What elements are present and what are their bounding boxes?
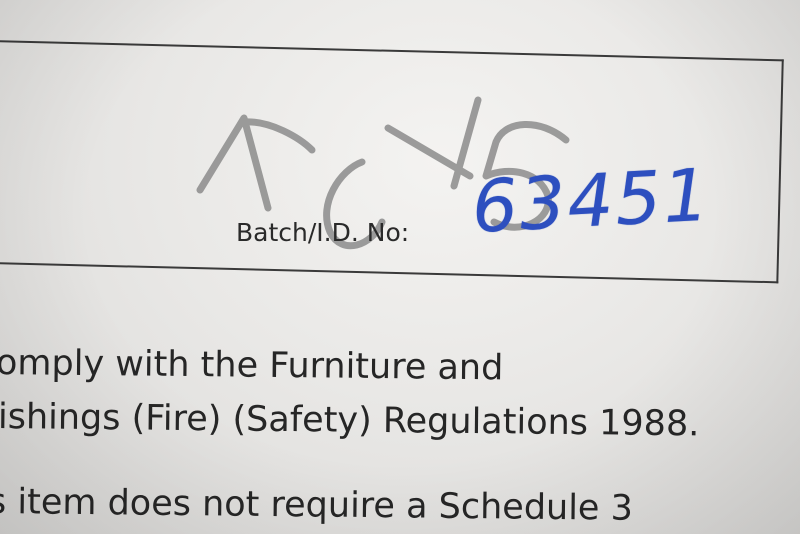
compliance-text-line-1: omply with the Furniture and — [0, 343, 504, 389]
batch-id-label: Batch/I.D. No: — [236, 218, 410, 247]
fire-safety-label: Batch/I.D. No: 63451 omply with the Furn… — [0, 0, 800, 534]
batch-id-handwritten-number: 63451 — [469, 152, 713, 249]
compliance-text-line-2: ishings (Fire) (Safety) Regulations 1988… — [0, 397, 700, 445]
compliance-text-line-3: s item does not require a Schedule 3 — [0, 482, 634, 529]
